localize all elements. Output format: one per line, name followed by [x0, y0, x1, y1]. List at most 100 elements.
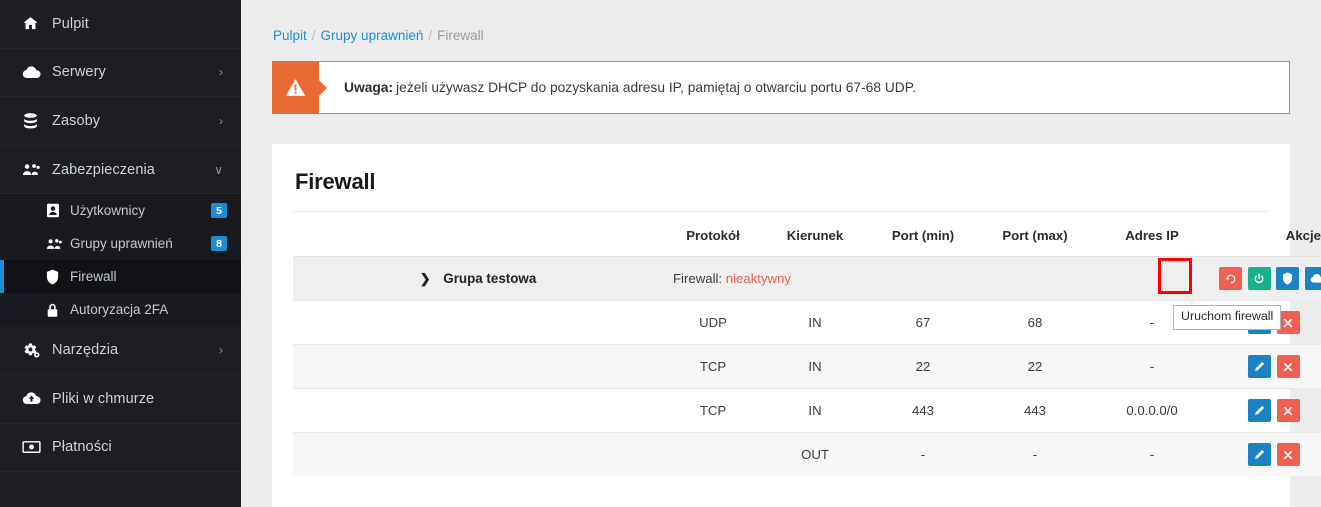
firewall-state-label: Firewall: [673, 271, 723, 286]
group-firewall-state-cell: Firewall: nieaktywny [663, 256, 1213, 301]
sidebar-item-platnosci[interactable]: Płatności [0, 424, 241, 473]
sidebar-item-zabezpieczenia[interactable]: Zabezpieczenia ∨ [0, 146, 241, 195]
group-name-cell: ❯ Grupa testowa [293, 256, 663, 301]
main-content: Pulpit / Grupy uprawnień / Firewall Uwaga: j… [241, 0, 1321, 507]
cloud-upload-icon [22, 391, 48, 406]
users-icon [22, 162, 48, 177]
rule-port-min: - [867, 432, 979, 476]
sidebar-item-label: Serwery [52, 64, 106, 81]
sidebar-item-label: Pulpit [52, 15, 89, 32]
rule-port-max: 22 [979, 344, 1091, 389]
column-header-protocol: Protokół [686, 228, 740, 243]
chevron-right-icon[interactable]: ❯ [420, 271, 431, 287]
cloud-icon [22, 65, 48, 80]
rule-actions-cell [1213, 344, 1321, 389]
chevron-right-icon: › [219, 343, 223, 358]
rule-direction: IN [763, 300, 867, 345]
rule-port-min: 443 [867, 388, 979, 433]
sidebar-item-pulpit[interactable]: Pulpit [0, 0, 241, 49]
alert-text: Uwaga: jeżeli używasz DHCP do pozyskania… [319, 62, 1289, 113]
rule-port-min: 22 [867, 344, 979, 389]
column-header-direction: Kierunek [786, 228, 844, 243]
rule-actions-cell [1213, 388, 1321, 433]
column-header-ip: Adres IP [1125, 228, 1179, 243]
warning-alert: Uwaga: jeżeli używasz DHCP do pozyskania… [272, 61, 1290, 114]
edit-rule-button[interactable] [1248, 355, 1272, 378]
cloud-button[interactable] [1305, 267, 1321, 290]
table-header: Protokół Kierunek Port (min) Port (max) … [293, 212, 1321, 257]
delete-rule-button[interactable] [1276, 443, 1300, 466]
shield-button[interactable] [1276, 267, 1300, 290]
group-actions-cell [1213, 256, 1321, 301]
sidebar-item-narzedzia[interactable]: Narzędzia › [0, 326, 241, 375]
shield-icon [46, 269, 70, 285]
rule-protocol [663, 432, 763, 476]
rule-ip: - [1091, 432, 1213, 476]
table-row: TCP IN 22 22 - [293, 344, 1321, 389]
app-root: Pulpit Serwery › Zasoby › Zabezpieczenia… [0, 0, 1321, 507]
alert-message: jeżeli używasz DHCP do pozyskania adresu… [396, 80, 917, 95]
sidebar-item-label: Grupy uprawnień [70, 236, 173, 252]
sidebar-item-zasoby[interactable]: Zasoby › [0, 97, 241, 146]
sidebar-item-label: Autoryzacja 2FA [70, 302, 169, 318]
sidebar-item-firewall[interactable]: Firewall [0, 260, 241, 294]
rule-port-min: 67 [867, 300, 979, 345]
delete-rule-button[interactable] [1276, 355, 1300, 378]
table-header-row: Protokół Kierunek Port (min) Port (max) … [293, 212, 1321, 257]
group-name: Grupa testowa [443, 270, 537, 286]
rule-port-max: 443 [979, 388, 1091, 433]
home-icon [22, 15, 48, 32]
refresh-button[interactable] [1219, 267, 1242, 290]
delete-rule-button[interactable] [1276, 399, 1300, 422]
rule-name-cell [293, 388, 663, 433]
gears-icon [22, 342, 48, 359]
sidebar-item-autoryzacja-2fa[interactable]: Autoryzacja 2FA [0, 293, 241, 326]
page-title: Firewall [295, 169, 376, 194]
badge-count: 5 [211, 203, 227, 219]
table-row: UDP IN 67 68 - [293, 300, 1321, 345]
sidebar-item-label: Zabezpieczenia [52, 161, 155, 178]
breadcrumb-link-grupy-uprawnien[interactable]: Grupy uprawnień [321, 28, 424, 43]
sidebar: Pulpit Serwery › Zasoby › Zabezpieczenia… [0, 0, 241, 507]
sidebar-item-pliki-w-chmurze[interactable]: Pliki w chmurze [0, 375, 241, 424]
column-header-port-min: Port (min) [891, 228, 955, 243]
rule-ip: 0.0.0.0/0 [1091, 388, 1213, 433]
sidebar-item-serwery[interactable]: Serwery › [0, 49, 241, 98]
rule-name-cell [293, 432, 663, 476]
tooltip: Uruchom firewall [1173, 305, 1282, 330]
rule-ip: - [1091, 344, 1213, 389]
firewall-card: Firewall Protokół Kierunek Port (min) Po… [272, 144, 1321, 507]
start-firewall-button[interactable] [1247, 267, 1271, 290]
rule-port-max: - [979, 432, 1091, 476]
sidebar-item-label: Narzędzia [52, 342, 119, 359]
sidebar-submenu: Użytkownicy 5 Grupy uprawnień 8 Firewall… [0, 194, 241, 327]
edit-rule-button[interactable] [1248, 443, 1272, 466]
database-icon [22, 112, 48, 129]
money-icon [22, 440, 48, 454]
warning-triangle-icon [272, 61, 319, 114]
breadcrumb: Pulpit / Grupy uprawnień / Firewall [273, 28, 1290, 43]
rule-direction: IN [763, 388, 867, 433]
table-body: ❯ Grupa testowa Firewall: nieaktywny UDP… [293, 256, 1321, 476]
column-header-actions: Akcje [1285, 228, 1321, 243]
rule-port-max: 68 [979, 300, 1091, 345]
breadcrumb-current: Firewall [437, 28, 484, 43]
users-icon [46, 237, 70, 251]
group-row[interactable]: ❯ Grupa testowa Firewall: nieaktywny [293, 256, 1321, 301]
breadcrumb-separator: / [311, 28, 316, 43]
sidebar-item-label: Płatności [52, 439, 112, 456]
chevron-right-icon: › [219, 65, 223, 80]
rule-actions-cell [1213, 432, 1321, 476]
sidebar-item-uzytkownicy[interactable]: Użytkownicy 5 [0, 194, 241, 227]
rule-protocol: TCP [663, 388, 763, 433]
sidebar-item-label: Użytkownicy [70, 203, 146, 219]
rule-protocol: TCP [663, 344, 763, 389]
rule-name-cell [293, 300, 663, 345]
rule-protocol: UDP [663, 300, 763, 345]
rule-direction: OUT [763, 432, 867, 476]
sidebar-item-grupy-uprawnien[interactable]: Grupy uprawnień 8 [0, 227, 241, 260]
sidebar-item-label: Zasoby [52, 112, 101, 129]
column-header-port-max: Port (max) [1002, 228, 1068, 243]
edit-rule-button[interactable] [1248, 399, 1272, 422]
breadcrumb-link-pulpit[interactable]: Pulpit [273, 28, 307, 43]
